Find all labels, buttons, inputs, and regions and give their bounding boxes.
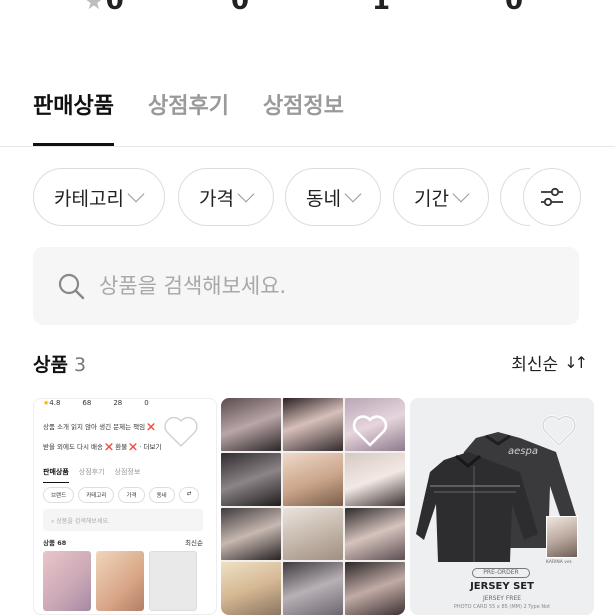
- filter-category[interactable]: 카테고리: [33, 168, 165, 226]
- filter-label: 카테고리: [54, 187, 124, 210]
- filter-label: 기간: [414, 187, 449, 210]
- sort-label: 최신순: [511, 355, 559, 375]
- sort-icon: ↓↑: [564, 353, 588, 372]
- products-header: 상품 3 최신순 ↓↑: [33, 350, 588, 380]
- filter-settings-button[interactable]: [523, 168, 581, 226]
- thumbnail: [96, 551, 144, 611]
- product-card[interactable]: ★4.8 68 28 0 상품 소개 읽지 않아 생긴 문제는 책임 ❌ 받을 …: [33, 398, 217, 615]
- mini-notice: 받을 외에도 다시 배송 ❌ 환불 ❌ · 더보기: [43, 443, 162, 451]
- mini-filters: 브랜드 카테고리 가격 동네 ⇄: [43, 487, 200, 503]
- sliders-icon: [541, 187, 563, 207]
- search-icon: [58, 273, 85, 300]
- photo-card-image: [546, 516, 578, 558]
- stat-value: 0: [505, 0, 524, 16]
- product-title: JERSEY SET: [470, 581, 534, 592]
- chevron-down-icon: [237, 185, 255, 203]
- tab-reviews[interactable]: 상점후기: [148, 88, 229, 146]
- mini-tabs: 판매상품 상점후기 상점정보: [43, 467, 140, 483]
- star-icon: ★: [84, 0, 104, 15]
- thumbnail: [43, 551, 91, 611]
- heart-icon[interactable]: [351, 414, 389, 448]
- product-card[interactable]: aespa KARINA ver. PRE-ORDER JERSEY SET J…: [410, 398, 594, 615]
- filter-period[interactable]: 기간: [393, 168, 489, 226]
- stat-value: 1: [372, 0, 391, 16]
- mini-stats: ★4.8 68 28 0: [43, 399, 149, 407]
- chevron-down-icon: [127, 185, 145, 203]
- mini-products-header: 상품 68 최신순: [43, 539, 203, 547]
- filter-neighborhood[interactable]: 동네: [285, 168, 381, 226]
- preorder-badge: PRE-ORDER: [472, 568, 530, 578]
- mini-notice: 상품 소개 읽지 않아 생긴 문제는 책임 ❌: [43, 423, 156, 431]
- stat-value: 0: [231, 0, 250, 16]
- rating-stat: ★0: [84, 0, 124, 16]
- products-title: 상품: [33, 354, 68, 376]
- chevron-down-icon: [452, 185, 470, 203]
- search-input[interactable]: [99, 274, 519, 298]
- shop-stats: ★0 0 1 0: [0, 0, 615, 16]
- sliders-icon: ⇄: [178, 487, 200, 503]
- filter-label: 가격: [199, 187, 234, 210]
- products-count: 3: [73, 354, 87, 376]
- product-detail: PHOTO CARD 55 x 85 (MM) 2 Type Not: [453, 604, 551, 610]
- product-card[interactable]: [221, 398, 405, 615]
- photo-caption: KARINA ver.: [546, 560, 573, 565]
- heart-icon[interactable]: [540, 414, 578, 448]
- product-subtitle: JERSEY FREE: [482, 595, 522, 602]
- mini-search: ⌕ 상품을 검색해보세요.: [43, 509, 203, 531]
- heart-icon[interactable]: [162, 415, 200, 449]
- tab-shop-info[interactable]: 상점정보: [263, 88, 344, 146]
- svg-text:aespa: aespa: [508, 446, 538, 457]
- tab-products[interactable]: 판매상품: [33, 88, 114, 146]
- filter-label: 동네: [306, 187, 341, 210]
- thumbnail: [149, 551, 197, 611]
- sort-button[interactable]: 최신순 ↓↑: [511, 350, 588, 375]
- chevron-down-icon: [344, 185, 362, 203]
- filter-price[interactable]: 가격: [178, 168, 274, 226]
- divider: [0, 146, 615, 147]
- shop-tabs: 판매상품 상점후기 상점정보: [33, 88, 378, 146]
- search-bar[interactable]: [33, 247, 579, 325]
